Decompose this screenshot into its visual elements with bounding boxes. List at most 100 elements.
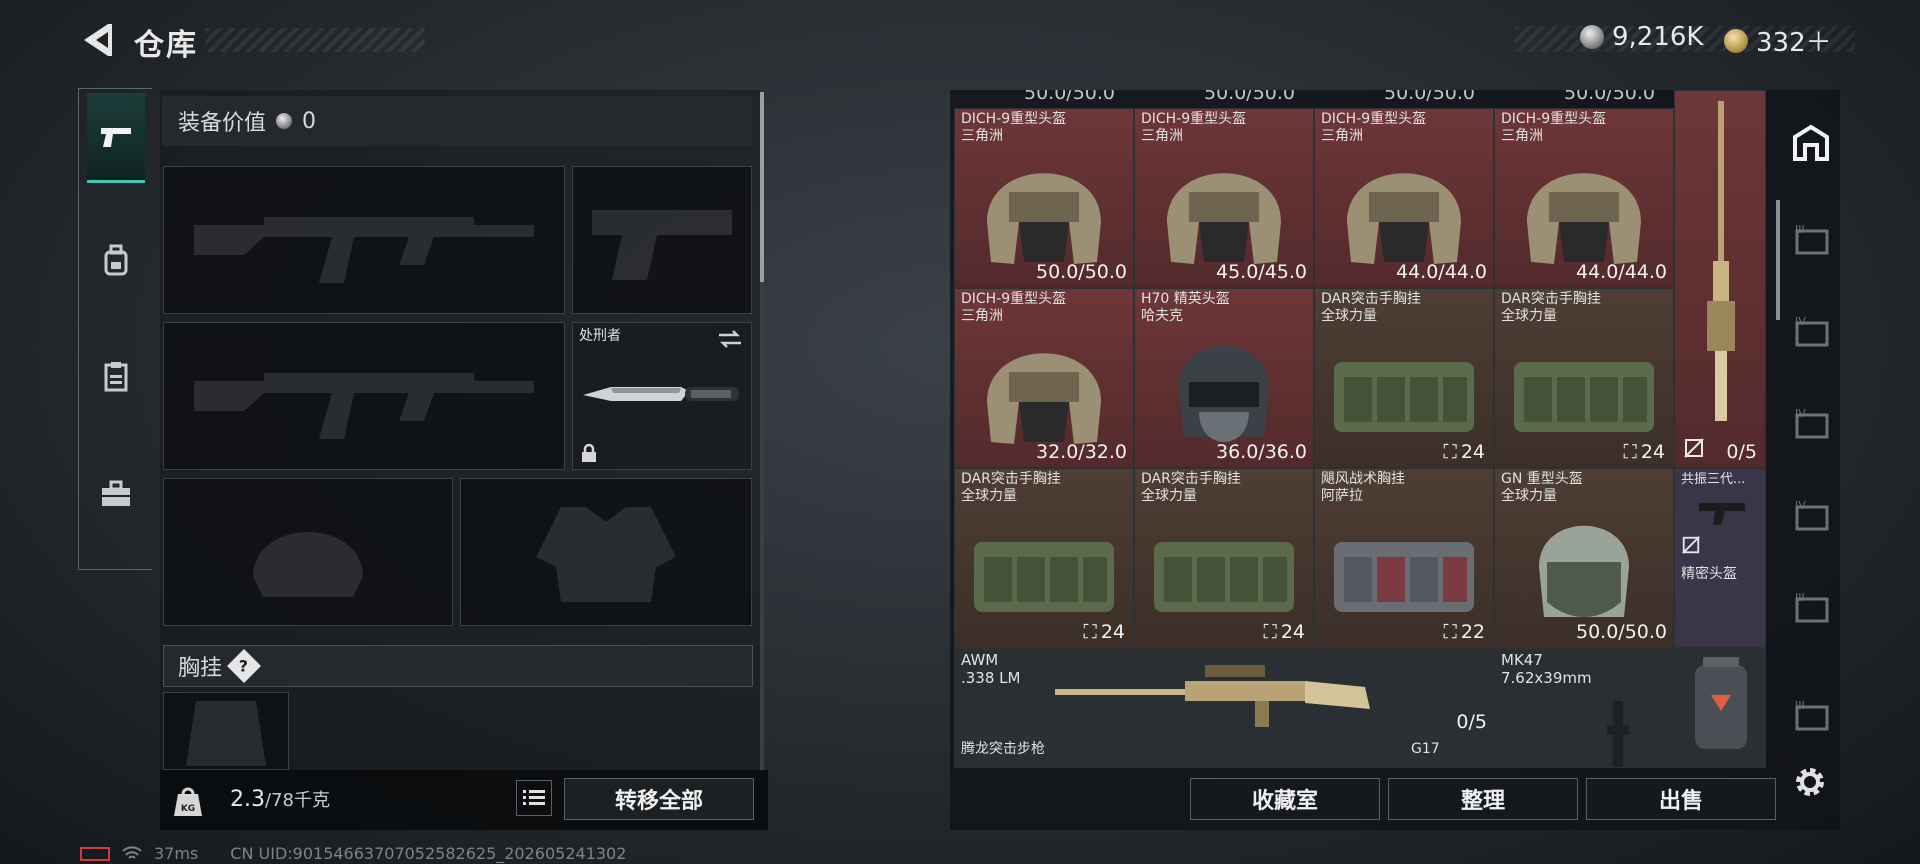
nav-tab-toolbox[interactable]: [87, 449, 145, 539]
svg-text:IV: IV: [1795, 499, 1806, 512]
rig-slot[interactable]: [163, 692, 289, 770]
item-cell-awm[interactable]: AWM .338 LM 0/5: [954, 648, 1494, 738]
knife-icon: [583, 387, 739, 401]
item-cell[interactable]: DICH-9重型头盔 三角洲 44.0/44.0: [1314, 108, 1494, 288]
item-origin: 三角洲: [1501, 128, 1543, 144]
back-button[interactable]: [78, 18, 114, 62]
durability: 44.0/44.0: [1395, 261, 1487, 283]
helmet-silhouette-icon: [253, 532, 363, 597]
ghost-durability: 50.0/50.0: [1204, 90, 1296, 104]
storage-tab-icon: III: [1795, 699, 1829, 731]
durability: 36.0/36.0: [1215, 441, 1307, 463]
warehouse-tab-4c[interactable]: IV: [1785, 480, 1837, 550]
item-cell-sniper[interactable]: 0/5: [1674, 90, 1766, 468]
primary-weapon-slot[interactable]: [163, 166, 565, 314]
item-name: DICH-9重型头盔: [1321, 111, 1427, 127]
armor-silhouette-icon: [536, 507, 676, 602]
no-magazine-icon: [1684, 438, 1704, 458]
transfer-all-button[interactable]: 转移全部: [564, 778, 754, 820]
warehouse-icon: [1793, 124, 1829, 161]
settings-button[interactable]: [1790, 762, 1830, 802]
sniper-rifle-icon: [1055, 665, 1370, 727]
stack-count: ⛶ 24: [1443, 441, 1486, 463]
backup-weapon-slot[interactable]: [163, 322, 565, 470]
item-cell[interactable]: DAR突击手胸挂 全球力量 ⛶ 24: [954, 468, 1134, 648]
item-cell[interactable]: 飓风战术胸挂 阿萨拉 ⛶ 22: [1314, 468, 1494, 648]
rig-section-header: 胸挂 ?: [163, 645, 753, 687]
item-cell[interactable]: DAR突击手胸挂 全球力量 ⛶ 24: [1134, 468, 1314, 648]
item-cell[interactable]: DICH-9重型头盔 三角洲 50.0/50.0: [954, 108, 1134, 288]
warehouse-tab-3b[interactable]: III: [1785, 572, 1837, 642]
warehouse-tab-3c[interactable]: III: [1785, 680, 1837, 750]
svg-text:III: III: [1795, 591, 1805, 604]
item-cell[interactable]: DAR突击手胸挂 全球力量 ⛶ 24: [1314, 288, 1494, 468]
chest-rig-icon: [1334, 362, 1474, 433]
item-name: 共振三代...: [1681, 472, 1746, 487]
item-origin: 全球力量: [1501, 488, 1557, 504]
item-cell-tenglong[interactable]: 腾龙突击步枪: [954, 738, 1404, 768]
item-origin: 全球力量: [1321, 308, 1377, 324]
item-cell-container[interactable]: [1674, 648, 1766, 768]
item-name: GN 重型头盔: [1501, 471, 1583, 487]
silver-currency: 9,216K: [1580, 22, 1703, 52]
attachment-icon: [1699, 503, 1745, 525]
collection-room-button[interactable]: 收藏室: [1190, 778, 1380, 820]
page-title: 仓库: [134, 28, 198, 63]
pistol-icon: [101, 127, 131, 147]
sell-button[interactable]: 出售: [1586, 778, 1776, 820]
item-cell[interactable]: DAR突击手胸挂 全球力量 ⛶ 24: [1494, 288, 1674, 468]
item-cell[interactable]: GN 重型头盔 全球力量 50.0/50.0: [1494, 468, 1674, 648]
rifle-silhouette-icon: [194, 217, 534, 283]
chest-rig-icon: [1514, 362, 1654, 433]
warehouse-tab-main[interactable]: [1785, 108, 1837, 178]
nav-tab-rig[interactable]: [87, 331, 145, 421]
storage-tab-icon: III: [1795, 591, 1829, 623]
sort-button[interactable]: 整理: [1388, 778, 1578, 820]
item-cell-g17[interactable]: G17: [1404, 738, 1494, 768]
item-caliber: .338 LM: [961, 669, 1021, 687]
list-view-button[interactable]: [516, 780, 552, 816]
svg-text:III: III: [1795, 223, 1805, 236]
svg-text:III: III: [1795, 699, 1805, 712]
warehouse-tab-4a[interactable]: IV: [1785, 296, 1837, 366]
nav-tab-backpack[interactable]: [87, 215, 145, 305]
warehouse-scrollbar-thumb[interactable]: [1776, 200, 1780, 320]
swap-icon[interactable]: [717, 329, 743, 349]
item-cell-resonance[interactable]: 共振三代... 精密头盔: [1674, 468, 1766, 648]
gold-currency[interactable]: 332＋: [1724, 22, 1832, 59]
durability: 44.0/44.0: [1575, 261, 1667, 283]
warehouse-tab-4b[interactable]: IV: [1785, 388, 1837, 458]
capacity-icon: ⛶: [1443, 441, 1457, 463]
gold-currency-value: 332＋: [1756, 28, 1832, 58]
item-origin: 三角洲: [961, 128, 1003, 144]
item-cell[interactable]: DICH-9重型头盔 三角洲 32.0/32.0: [954, 288, 1134, 468]
item-origin: 三角洲: [1141, 128, 1183, 144]
nav-tab-weapons[interactable]: [87, 93, 145, 183]
item-cell[interactable]: DICH-9重型头盔 三角洲 44.0/44.0: [1494, 108, 1674, 288]
pistol-silhouette-icon: [592, 210, 732, 280]
item-name: DAR突击手胸挂: [1141, 471, 1241, 487]
melee-slot[interactable]: 处刑者: [572, 322, 752, 470]
warehouse-tab-3[interactable]: III: [1785, 204, 1837, 274]
lock-icon: [582, 443, 596, 462]
item-name: 腾龙突击步枪: [961, 741, 1045, 757]
item-origin: 哈夫克: [1141, 308, 1183, 324]
equipment-scrollbar-thumb[interactable]: [760, 92, 764, 282]
armor-slot[interactable]: [460, 478, 752, 626]
rifle-silhouette-icon: [194, 373, 534, 439]
system-status-bar: 37ms CN UID:9015466370705258262­5_202605…: [80, 844, 626, 863]
ping-value: 37ms: [154, 844, 199, 863]
uid-text: CN UID:9015466370705258262­5_20260524130…: [230, 844, 627, 863]
no-magazine-icon: [1682, 536, 1700, 554]
durability: 50.0/50.0: [1035, 261, 1127, 283]
chest-rig-icon: [1154, 542, 1294, 613]
item-cell-mk47[interactable]: MK47 7.62x39mm: [1494, 648, 1674, 768]
title-decoration: [205, 28, 425, 52]
secondary-weapon-slot[interactable]: [572, 166, 752, 314]
item-cell[interactable]: DICH-9重型头盔 三角洲 45.0/45.0: [1134, 108, 1314, 288]
helmet-slot[interactable]: [163, 478, 453, 626]
item-name: DICH-9重型头盔: [1501, 111, 1607, 127]
help-icon[interactable]: ?: [227, 649, 261, 683]
item-cell[interactable]: H70 精英头盔 哈夫克 36.0/36.0: [1134, 288, 1314, 468]
item-name: DICH-9重型头盔: [1141, 111, 1247, 127]
